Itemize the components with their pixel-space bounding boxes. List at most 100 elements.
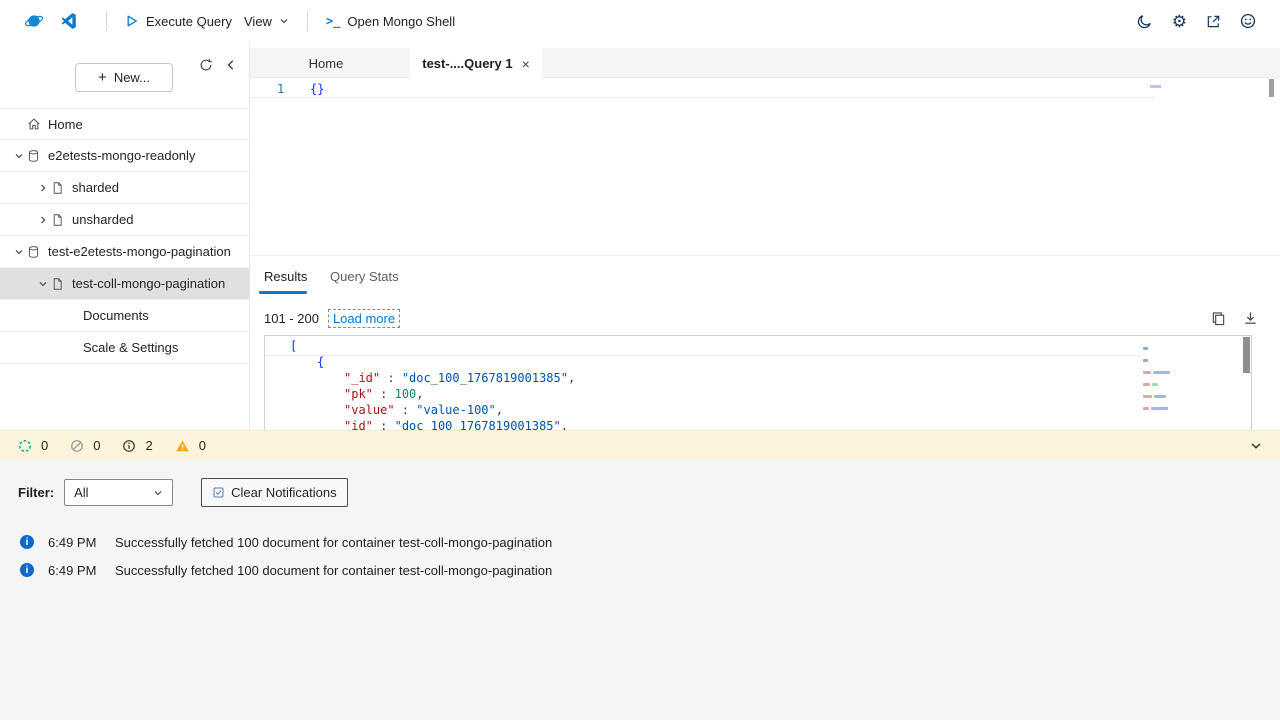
notification-time: 6:49 PM — [48, 535, 103, 550]
chevron-right-icon[interactable] — [34, 215, 51, 225]
minimap-line — [1143, 366, 1177, 378]
clear-notifications-label: Clear Notifications — [231, 485, 337, 500]
result-range: 101 - 200 — [264, 311, 319, 326]
collection-icon — [51, 213, 70, 227]
collapse-sidebar-icon[interactable] — [225, 59, 237, 71]
tree-item-documents[interactable]: Documents — [0, 300, 249, 332]
chevron-down-icon[interactable] — [34, 279, 51, 289]
copy-icon[interactable] — [1211, 311, 1226, 326]
tab-home[interactable]: Home — [286, 48, 366, 78]
status-info[interactable]: 2 — [122, 438, 152, 453]
in-progress-icon — [18, 439, 32, 453]
editor-code[interactable]: {} — [310, 82, 324, 96]
tree-item-scale-settings[interactable]: Scale & Settings — [0, 332, 249, 364]
warning-count: 0 — [199, 438, 206, 453]
play-icon — [125, 14, 139, 28]
view-menu-label: View — [244, 14, 272, 29]
new-button-label: New... — [114, 70, 150, 85]
warning-icon — [175, 439, 190, 453]
database-icon — [27, 149, 46, 163]
minimap-line — [1143, 354, 1177, 366]
tree-item-label: sharded — [70, 180, 119, 195]
in-progress-count: 0 — [41, 438, 48, 453]
database-icon — [27, 245, 46, 259]
notification-message: Successfully fetched 100 document for co… — [115, 535, 552, 550]
collection-icon — [51, 181, 70, 195]
clear-notifications-button[interactable]: Clear Notifications — [201, 478, 348, 507]
tree-item-sharded[interactable]: sharded — [0, 172, 249, 204]
close-icon[interactable]: × — [522, 56, 530, 72]
cosmos-db-logo-icon[interactable] — [24, 11, 44, 31]
current-line-highlight — [266, 355, 1142, 356]
tab-query[interactable]: test-....Query 1 × — [410, 48, 542, 79]
collection-icon — [51, 277, 70, 291]
results-json: [{"_id" : "doc_100_1767819001385","pk" :… — [265, 336, 1251, 430]
tree-item-test-coll-mongo-pagination[interactable]: test-coll-mongo-pagination — [0, 268, 249, 300]
json-line: "value" : "value-100", — [265, 402, 1251, 418]
editor-scrollbar[interactable] — [1269, 79, 1274, 97]
results-toolbar: 101 - 200 Load more — [250, 301, 1280, 335]
tab-query-stats[interactable]: Query Stats — [330, 269, 399, 284]
current-line-highlight — [250, 78, 1155, 98]
gear-icon[interactable]: ⚙ — [1172, 13, 1187, 30]
feedback-smiley-icon[interactable] — [1240, 13, 1256, 29]
results-json-viewer[interactable]: [{"_id" : "doc_100_1767819001385","pk" :… — [264, 335, 1252, 430]
tree-item-test-e2etests-mongo-pagination[interactable]: test-e2etests-mongo-pagination — [0, 236, 249, 268]
editor-minimap — [1150, 85, 1161, 88]
chevron-right-icon[interactable] — [34, 183, 51, 193]
load-more-link[interactable]: Load more — [328, 309, 400, 328]
open-mongo-shell-label: Open Mongo Shell — [347, 14, 455, 29]
status-cancelled[interactable]: 0 — [70, 438, 100, 453]
tree-item-unsharded[interactable]: unsharded — [0, 204, 249, 236]
tree-item-label: Home — [46, 117, 83, 132]
collapse-panel-chevron-icon[interactable] — [1250, 440, 1280, 452]
info-icon: i — [20, 535, 34, 549]
refresh-icon[interactable] — [199, 58, 213, 72]
tab-results[interactable]: Results — [264, 269, 307, 284]
open-mongo-shell-button[interactable]: >_ Open Mongo Shell — [326, 14, 455, 29]
terminal-icon: >_ — [326, 14, 340, 28]
status-in-progress[interactable]: 0 — [18, 438, 48, 453]
chevron-down-icon[interactable] — [10, 151, 27, 161]
chevron-down-icon[interactable] — [10, 247, 27, 257]
topbar-commands: Execute Query View >_ Open Mongo Shell — [0, 11, 461, 31]
main-content: Home test-....Query 1 × 1 {} Results Que… — [250, 42, 1280, 430]
tree-item-e2etests-mongo-readonly[interactable]: e2etests-mongo-readonly — [0, 140, 249, 172]
chevron-down-icon — [279, 16, 289, 26]
notification-item: i 6:49 PM Successfully fetched 100 documen… — [20, 528, 1280, 556]
info-icon — [122, 439, 136, 453]
tree-item-label: Documents — [81, 308, 149, 323]
execute-query-label: Execute Query — [146, 14, 232, 29]
sidebar-tools — [199, 58, 237, 72]
execute-query-button[interactable]: Execute Query — [125, 14, 232, 29]
sidebar-tree: Home e2etests-mongo-readonly sharded unshar… — [0, 108, 249, 364]
tree-item-home[interactable]: Home — [0, 108, 249, 140]
tab-strip: Home test-....Query 1 × — [250, 48, 1280, 78]
query-editor[interactable]: 1 {} — [250, 78, 1280, 255]
notification-status-bar[interactable]: 0 0 2 0 — [0, 430, 1280, 460]
minimap-line — [1143, 378, 1177, 390]
results-minimap — [1143, 342, 1177, 414]
vscode-icon[interactable] — [60, 12, 78, 30]
tree-item-label: Scale & Settings — [81, 340, 178, 355]
notifications-panel: Filter: All Clear Notifications i 6:49 PM… — [0, 460, 1280, 720]
moon-icon[interactable] — [1137, 13, 1153, 29]
download-icon[interactable] — [1243, 311, 1258, 326]
notifications-filter-row: Filter: All Clear Notifications — [0, 478, 1280, 507]
view-menu-button[interactable]: View — [244, 14, 289, 29]
results-actions — [1211, 311, 1280, 326]
results-scrollbar[interactable] — [1243, 337, 1250, 373]
divider — [106, 11, 107, 31]
chevron-down-icon — [153, 488, 163, 498]
minimap-line — [1143, 342, 1177, 354]
home-icon — [27, 117, 46, 131]
json-line: "_id" : "doc_100_1767819001385", — [265, 370, 1251, 386]
json-line: { — [265, 354, 1251, 370]
filter-dropdown[interactable]: All — [64, 479, 173, 506]
new-button[interactable]: + New... — [75, 63, 173, 92]
divider — [307, 11, 308, 31]
status-warning[interactable]: 0 — [175, 438, 206, 453]
tree-item-label: test-e2etests-mongo-pagination — [46, 244, 231, 259]
open-in-new-tab-icon[interactable] — [1206, 14, 1221, 29]
filter-label: Filter: — [18, 485, 54, 500]
